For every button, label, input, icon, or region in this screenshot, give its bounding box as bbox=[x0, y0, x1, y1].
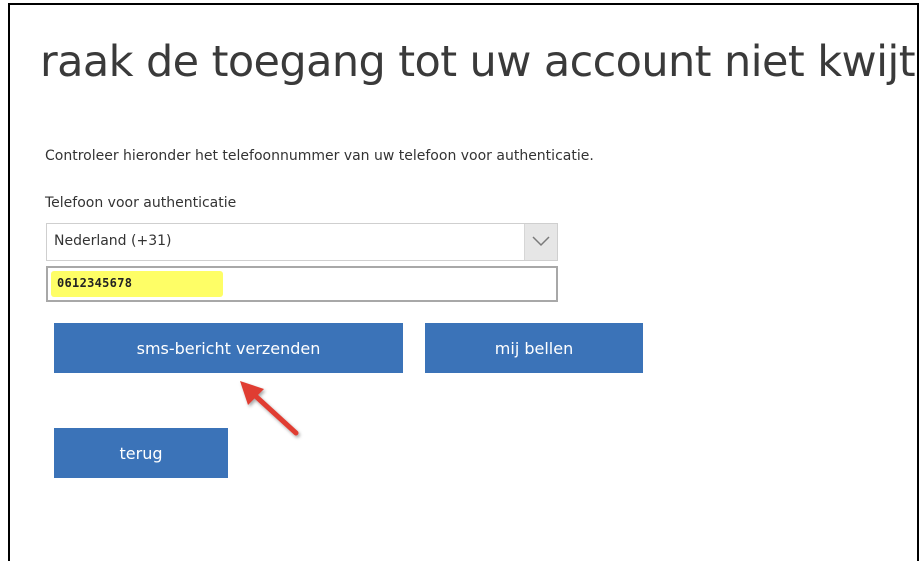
back-button[interactable]: terug bbox=[54, 428, 228, 478]
screenshot-frame: raak de toegang tot uw account niet kwij… bbox=[8, 3, 919, 561]
dropdown-toggle[interactable] bbox=[524, 224, 557, 260]
send-sms-button[interactable]: sms-bericht verzenden bbox=[54, 323, 403, 373]
phone-field-label: Telefoon voor authenticatie bbox=[45, 195, 237, 211]
phone-number-input[interactable]: 0612345678 bbox=[46, 266, 558, 302]
country-code-select[interactable]: Nederland (+31) bbox=[46, 223, 558, 261]
country-code-value: Nederland (+31) bbox=[54, 233, 172, 249]
phone-number-value: 0612345678 bbox=[57, 276, 133, 290]
instruction-text: Controleer hieronder het telefoonnummer … bbox=[45, 148, 594, 164]
red-arrow-icon bbox=[240, 381, 299, 436]
page-title: raak de toegang tot uw account niet kwij… bbox=[40, 37, 916, 87]
call-me-button[interactable]: mij bellen bbox=[425, 323, 643, 373]
chevron-down-icon bbox=[532, 236, 550, 247]
